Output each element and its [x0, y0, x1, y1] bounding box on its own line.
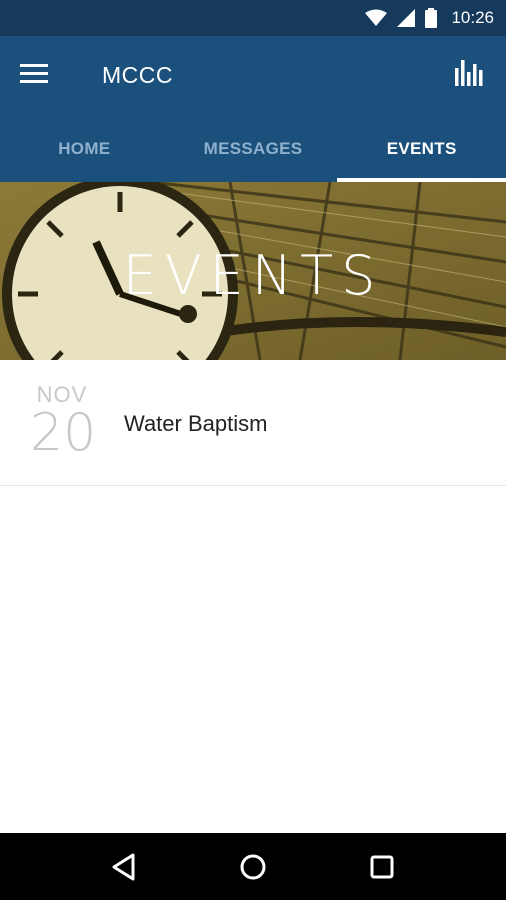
event-date: NOV 20 [30, 382, 97, 463]
battery-icon [425, 8, 438, 28]
tab-bar: HOME MESSAGES EVENTS [0, 116, 506, 182]
system-nav-bar [0, 833, 506, 900]
tab-home[interactable]: HOME [0, 116, 169, 182]
event-day: 20 [30, 403, 97, 463]
wifi-icon [365, 9, 388, 27]
event-title: Water Baptism [124, 411, 268, 436]
app-bar: MCCC [0, 36, 506, 116]
bar-chart-icon[interactable] [454, 58, 488, 92]
back-icon[interactable] [104, 847, 144, 887]
event-list-item[interactable]: NOV 20 Water Baptism [0, 360, 506, 486]
status-time: 10:26 [451, 8, 494, 27]
tab-events[interactable]: EVENTS [337, 116, 506, 182]
hero-title: EVENTS [122, 244, 384, 307]
app-title: MCCC [102, 62, 173, 88]
events-hero-banner: EVENTS [0, 182, 506, 360]
home-icon[interactable] [233, 847, 273, 887]
cell-signal-icon [397, 9, 416, 27]
hamburger-menu-icon[interactable] [20, 60, 52, 92]
recents-icon[interactable] [362, 847, 402, 887]
tab-messages[interactable]: MESSAGES [169, 116, 338, 182]
status-bar: 10:26 [0, 0, 506, 36]
